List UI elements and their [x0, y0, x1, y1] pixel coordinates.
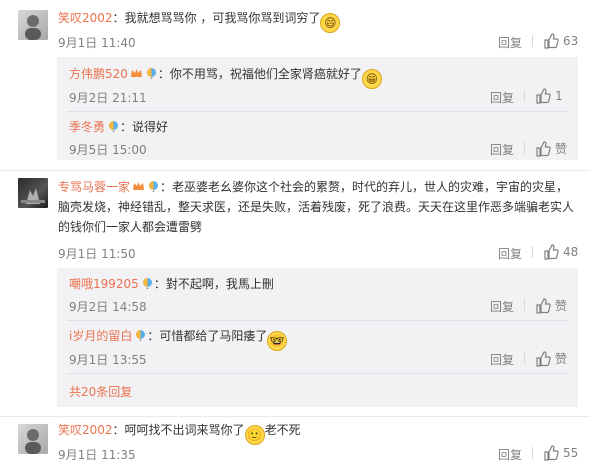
reply-button[interactable]: 回复 [498, 245, 522, 262]
like-count: 1 [555, 89, 563, 103]
like-count: 55 [563, 446, 579, 460]
avatar[interactable] [18, 10, 48, 40]
reply-text: ：说得好 [120, 120, 169, 134]
thumbs-up-icon [544, 244, 559, 260]
avatar[interactable] [18, 424, 48, 454]
reply-button[interactable]: 回复 [498, 446, 522, 463]
comment-text: 脑壳发烧，神经错乱，整天求医，还是失败，活着残废，死了浪费。天天在这里作恶多端骗… [58, 200, 575, 214]
laugh-emoji-icon: 😄 [320, 13, 341, 33]
vip-crown-icon [130, 69, 142, 77]
thumbs-up-icon [536, 297, 551, 314]
comment-time: 9月1日 11:50 [58, 247, 136, 261]
like-label: 赞 [555, 352, 568, 366]
grin-emoji-icon: 😁 [361, 69, 382, 89]
reply-button[interactable]: 回复 [490, 351, 514, 368]
like-button[interactable]: 55 [543, 445, 578, 461]
like-label: 赞 [555, 142, 568, 156]
like-button[interactable]: 赞 [535, 297, 567, 314]
divider [524, 352, 525, 364]
thumbs-up-icon [536, 140, 551, 157]
reply-button[interactable]: 回复 [490, 141, 514, 158]
reply-text: ：你不用骂，祝福他们全家肾癌就好了 [157, 67, 362, 81]
comment-text-suffix: 老不死 [264, 423, 301, 437]
like-button[interactable]: 赞 [535, 140, 567, 157]
reply-button[interactable]: 回复 [498, 34, 522, 51]
divider [524, 142, 525, 154]
divider [524, 299, 525, 311]
like-count: 48 [563, 245, 579, 259]
balloon-icon [109, 121, 119, 132]
divider [532, 35, 533, 47]
comment-time: 9月1日 11:40 [58, 36, 136, 50]
comment-line: 笑叹2002：呵呵找不出词来骂你了 🙂 老不死 [58, 421, 301, 445]
divider [67, 111, 568, 112]
comment-text: 的钱你们一家人都会遭雷劈 [58, 220, 203, 234]
divider [0, 416, 590, 417]
reply-username[interactable]: 嘲哦199205 [69, 277, 139, 291]
reply-button[interactable]: 回复 [490, 89, 514, 106]
reply-line: 方伟鹏520 ：你不用骂，祝福他们全家肾癌就好了 😁 [69, 65, 382, 89]
comment-username[interactable]: 笑叹2002 [58, 423, 113, 437]
comment-username[interactable]: 笑叹2002 [58, 11, 113, 25]
reply-username[interactable]: i岁月的留白 [69, 329, 132, 343]
comment-username[interactable]: 专骂马蓉一家 [58, 180, 130, 194]
reply-line: i岁月的留白 ：可惜都给了马阳痿了 🤓 [69, 327, 288, 351]
reply-username[interactable]: 方伟鹏520 [69, 67, 128, 81]
balloon-icon [136, 330, 146, 341]
like-button[interactable]: 赞 [535, 350, 567, 367]
thumbs-up-icon [544, 445, 559, 461]
comment-text: ：老巫婆老幺婆你这个社会的累赘，时代的弃儿，世人的灾难，宇宙的灾星， [160, 180, 569, 194]
reply-time: 9月2日 14:58 [69, 300, 147, 314]
balloon-icon [149, 181, 159, 192]
like-count: 63 [563, 34, 579, 48]
reply-list: 嘲哦199205 ：對不起啊，我馬上刪 9月2日 14:58 回复 赞 i岁月的留… [57, 268, 578, 407]
reply-line: 季冬勇 ：说得好 [69, 118, 168, 136]
reply-time: 9月1日 13:55 [69, 353, 147, 367]
divider [67, 373, 568, 374]
comment-time: 9月1日 11:35 [58, 448, 136, 462]
vip-crown-icon [133, 182, 145, 190]
divider [532, 246, 533, 258]
reply-line: 嘲哦199205 ：對不起啊，我馬上刪 [69, 275, 274, 293]
reply-text: ：對不起啊，我馬上刪 [153, 277, 274, 291]
like-button[interactable]: 63 [543, 33, 578, 49]
comment-line: 笑叹2002：我就想骂骂你 ，可我骂你骂到词穷了 😄 [58, 9, 341, 33]
comment-text: ：我就想骂骂你 ，可我骂你骂到词穷了 [112, 11, 321, 25]
nerd-emoji-icon: 🤓 [267, 331, 288, 351]
like-button[interactable]: 48 [543, 244, 578, 260]
like-button[interactable]: 1 [535, 88, 563, 104]
reply-button[interactable]: 回复 [490, 298, 514, 315]
more-replies-link[interactable]: 共20条回复 [69, 383, 132, 401]
reply-time: 9月5日 15:00 [69, 143, 147, 157]
smile-emoji-icon: 🙂 [244, 425, 265, 445]
avatar[interactable] [18, 178, 48, 208]
reply-time: 9月2日 21:11 [69, 91, 147, 105]
reply-list: 方伟鹏520 ：你不用骂，祝福他们全家肾癌就好了 😁 9月2日 21:11 回复 1… [57, 57, 578, 160]
divider [532, 447, 533, 459]
divider [0, 170, 590, 171]
divider [524, 90, 525, 102]
thumbs-up-icon [536, 88, 551, 104]
like-label: 赞 [555, 299, 568, 313]
reply-text: ：可惜都给了马阳痿了 [147, 329, 268, 343]
balloon-icon [142, 278, 152, 289]
divider [67, 320, 568, 321]
comment-line: 专骂马蓉一家 ：老巫婆老幺婆你这个社会的累赘，时代的弃儿，世人的灾难，宇宙的灾星， [58, 178, 568, 196]
balloon-icon [146, 68, 156, 79]
comment-text: ：呵呵找不出词来骂你了 [112, 423, 245, 437]
thumbs-up-icon [544, 33, 559, 49]
reply-username[interactable]: 季冬勇 [69, 120, 105, 134]
thumbs-up-icon [536, 350, 551, 367]
